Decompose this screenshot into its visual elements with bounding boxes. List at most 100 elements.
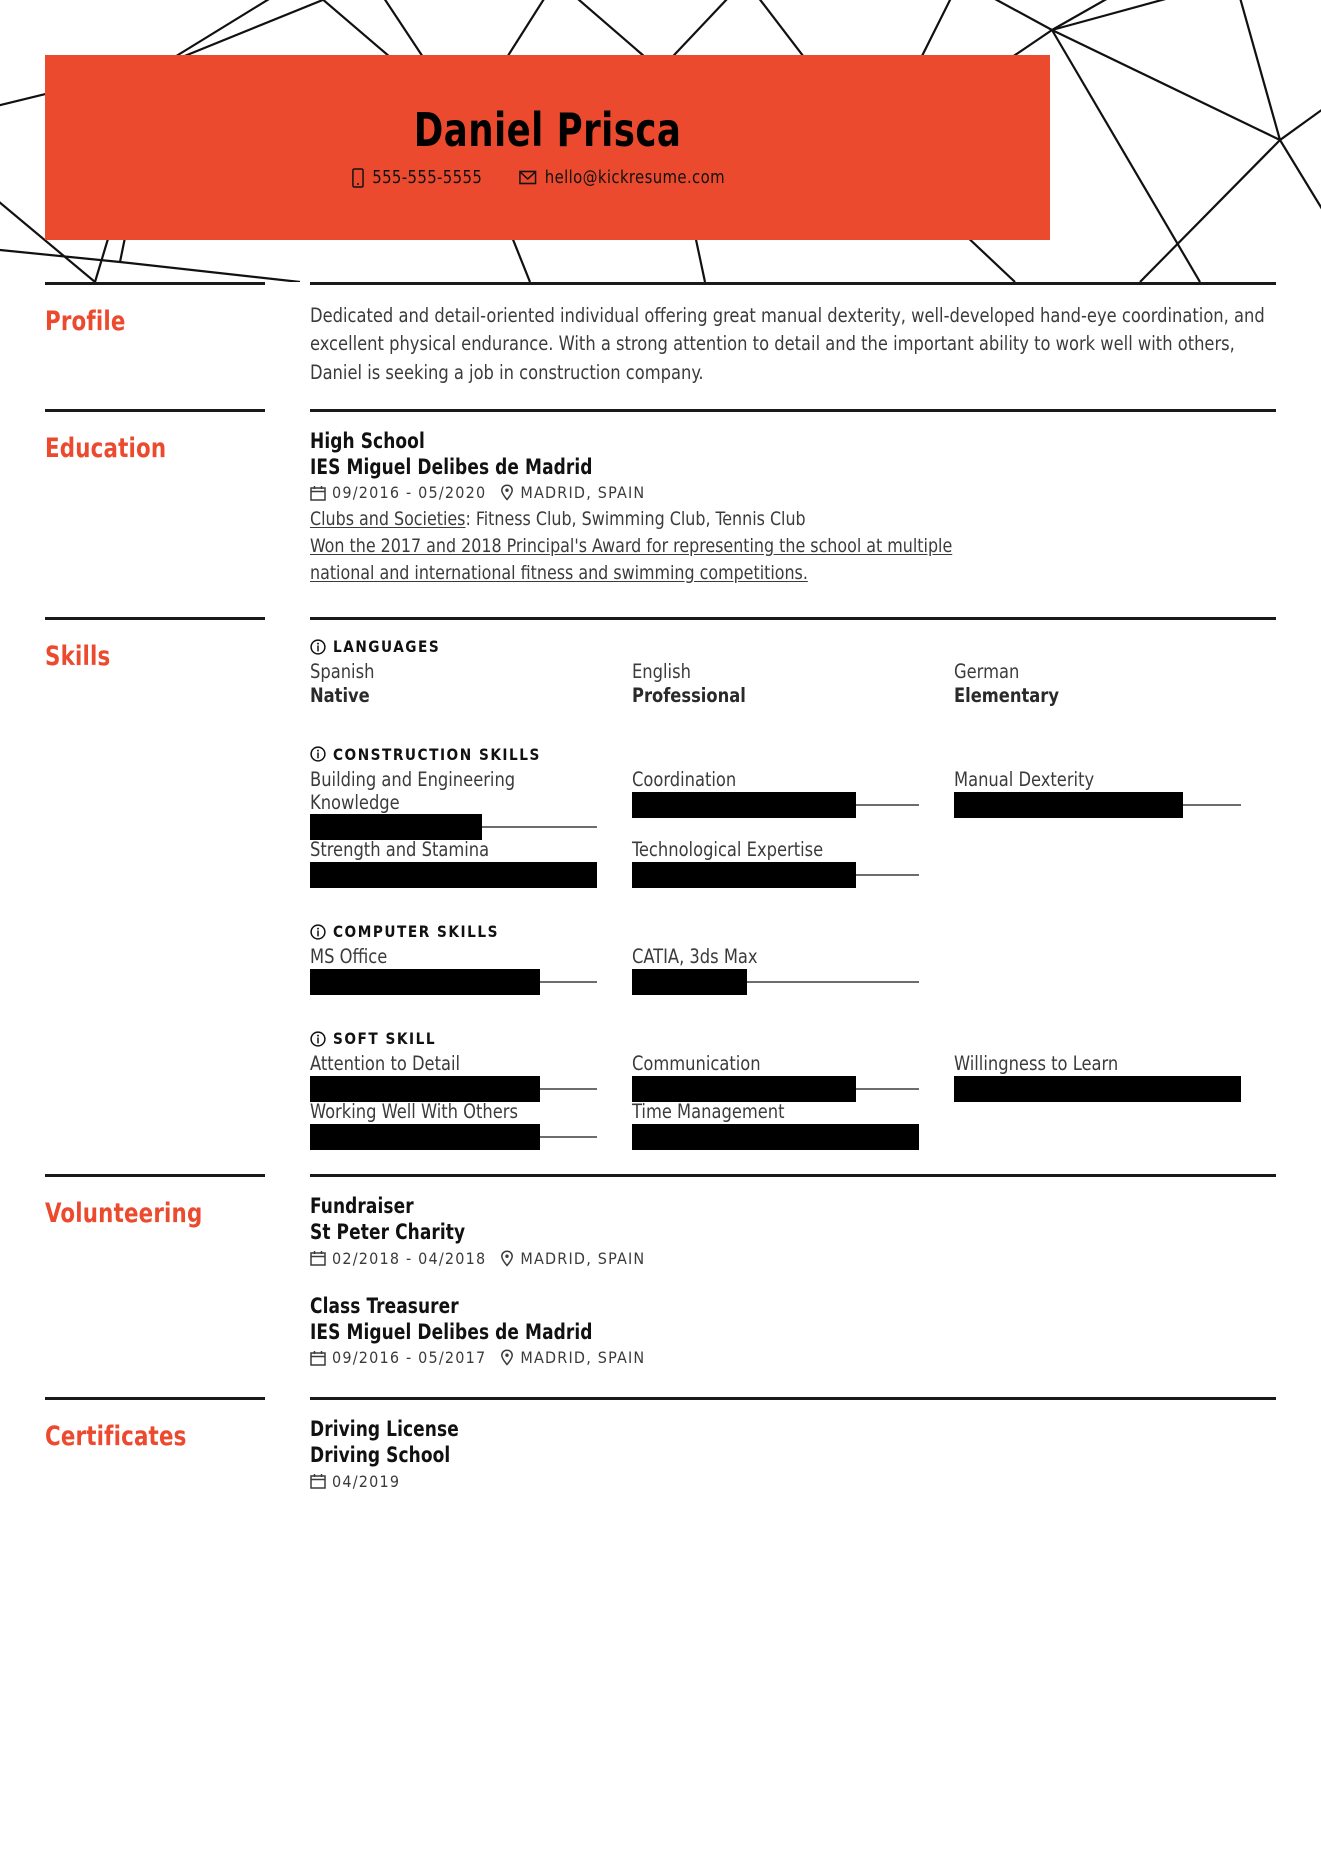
language-item: Spanish Native [310,660,632,708]
skill-bar-fill [631,969,747,996]
skill-bar-fill [631,1076,856,1103]
skill-name: Building and Engineering Knowledge [310,767,516,814]
volunteering-side-column: Volunteering [45,1174,310,1371]
skill-item: Technological Expertise [631,838,954,889]
section-skills: Skills LANGUAGES Spanish Native English Prof… [0,617,1321,1174]
section-title-certificates: Certificates [45,1421,187,1453]
skill-name: Coordination [631,767,737,791]
email-contact[interactable]: hello@kickresume.com [519,167,725,188]
skill-bar-track [631,791,919,818]
profile-side-column: Profile [45,282,310,387]
skill-item: Willingness to Learn [953,1052,1276,1103]
skill-group-label: CONSTRUCTION SKILLS [333,744,541,764]
language-level: Native [310,684,370,708]
skill-group-header: LANGUAGES [310,637,1276,656]
education-award-line-2: national and international fitness and s… [310,562,808,585]
skill-item: Attention to Detail [310,1052,632,1103]
skill-group: LANGUAGES Spanish Native English Professiona… [310,637,1276,708]
skill-group-header: CONSTRUCTION SKILLS [310,745,1276,764]
skill-grid: Spanish Native English Professional German El… [310,660,1276,708]
skill-grid: Building and Engineering Knowledge Coordi… [310,767,1276,889]
phone-contact[interactable]: 555-555-5555 [351,167,482,188]
volunteering-entry: Fundraiser St Peter Charity 02/2018 - 04/2… [310,1194,1276,1267]
location-pin-icon [501,484,514,501]
skill-bar-fill [953,791,1184,818]
name-banner: Daniel Prisca 555-555-5555 hello@kickres… [45,55,1050,240]
volunteering-main-column: Fundraiser St Peter Charity 02/2018 - 04/2… [310,1174,1276,1371]
volunteering-entries-container: Fundraiser St Peter Charity 02/2018 - 04/2… [310,1177,1276,1367]
skill-bar-fill [631,862,856,889]
entry-spacer [310,1272,1276,1294]
skill-bar-track [631,969,919,996]
calendar-icon [310,485,326,501]
section-title-profile: Profile [45,306,126,337]
skill-group-label: COMPUTER SKILLS [333,922,499,942]
certificate-date: 04/2019 [310,1472,400,1491]
candidate-name: Daniel Prisca [413,103,682,157]
section-title-education: Education [45,432,167,464]
section-divider [45,408,265,412]
skill-item: CATIA, 3ds Max [631,945,954,996]
skills-main-column: LANGUAGES Spanish Native English Professiona… [310,617,1276,1156]
info-circle-icon [310,746,326,762]
language-name: English [631,660,691,684]
skill-bar-fill [310,862,597,889]
skill-item: Communication [631,1052,954,1103]
certificate-organization: Driving School [310,1443,451,1468]
info-circle-icon [310,1031,326,1047]
skill-name: Working Well With Others [310,1100,518,1124]
skill-grid: MS Office CATIA, 3ds Max [310,945,1276,996]
skill-bar-track [631,1076,919,1103]
calendar-icon [310,1474,326,1489]
certificates-entries-container: Driving License Driving School 04/2019 [310,1400,1276,1490]
location-pin-icon [501,1349,514,1366]
certificate-date-text: 04/2019 [332,1471,401,1491]
volunteering-role: Class Treasurer [310,1293,459,1318]
volunteering-meta-row: 02/2018 - 04/2018 MADRID, SPAIN [310,1249,1276,1268]
volunteering-organization: IES Miguel Delibes de Madrid [310,1319,593,1344]
skill-group: CONSTRUCTION SKILLS Building and Engineer… [310,745,1276,889]
skill-group-header: COMPUTER SKILLS [310,922,1276,941]
skill-bar-track [310,1124,597,1151]
volunteering-role: Fundraiser [310,1194,414,1219]
skill-bar-fill [310,1124,540,1151]
envelope-icon [519,170,537,185]
resume-header: Daniel Prisca 555-555-5555 hello@kickres… [0,0,1321,282]
education-side-column: Education [45,408,310,591]
profile-main-column: Dedicated and detail-oriented individual… [310,282,1276,387]
language-name: German [953,660,1020,684]
volunteering-date-text: 02/2018 - 04/2018 [332,1248,487,1268]
skill-group: SOFT SKILL Attention to Detail Communicati… [310,1029,1276,1151]
education-school: IES Miguel Delibes de Madrid [310,454,593,479]
skill-item: Manual Dexterity [953,768,1276,829]
certificate-meta-row: 04/2019 [310,1472,1276,1491]
education-degree: High School [310,428,425,453]
skill-item: Building and Engineering Knowledge [310,767,632,841]
volunteering-location-text: MADRID, SPAIN [520,1248,646,1268]
education-location: MADRID, SPAIN [500,483,645,502]
skill-bar-fill [631,1124,919,1151]
skill-name: MS Office [310,945,388,969]
skill-group-header: SOFT SKILL [310,1029,1276,1048]
section-divider [45,617,265,621]
volunteering-meta-row: 09/2016 - 05/2017 MADRID, SPAIN [310,1348,1276,1367]
skill-bar-track [953,1076,1241,1103]
mobile-phone-icon [351,167,364,188]
calendar-icon [310,1251,326,1266]
skill-bar-track [631,862,919,889]
section-divider [45,1397,265,1401]
language-level: Elementary [953,684,1059,708]
certificate-entry: Driving License Driving School 04/2019 [310,1417,1276,1490]
skill-grid: Attention to Detail Communication Willingn… [310,1052,1276,1151]
education-date: 09/2016 - 05/2020 [310,483,486,502]
language-name: Spanish [310,660,375,684]
clubs-value: : Fitness Club, Swimming Club, Tennis Cl… [465,508,806,531]
volunteering-date: 09/2016 - 05/2017 [310,1348,486,1367]
section-profile: Profile Dedicated and detail-oriented in… [0,282,1321,409]
skill-bar-track [310,814,597,841]
section-education: Education High School IES Miguel Delibes… [0,408,1321,617]
skill-bar-track [310,862,597,889]
section-divider [45,282,265,285]
certificates-side-column: Certificates [45,1397,310,1494]
skill-group: COMPUTER SKILLS MS Office CATIA, 3ds Max [310,922,1276,996]
